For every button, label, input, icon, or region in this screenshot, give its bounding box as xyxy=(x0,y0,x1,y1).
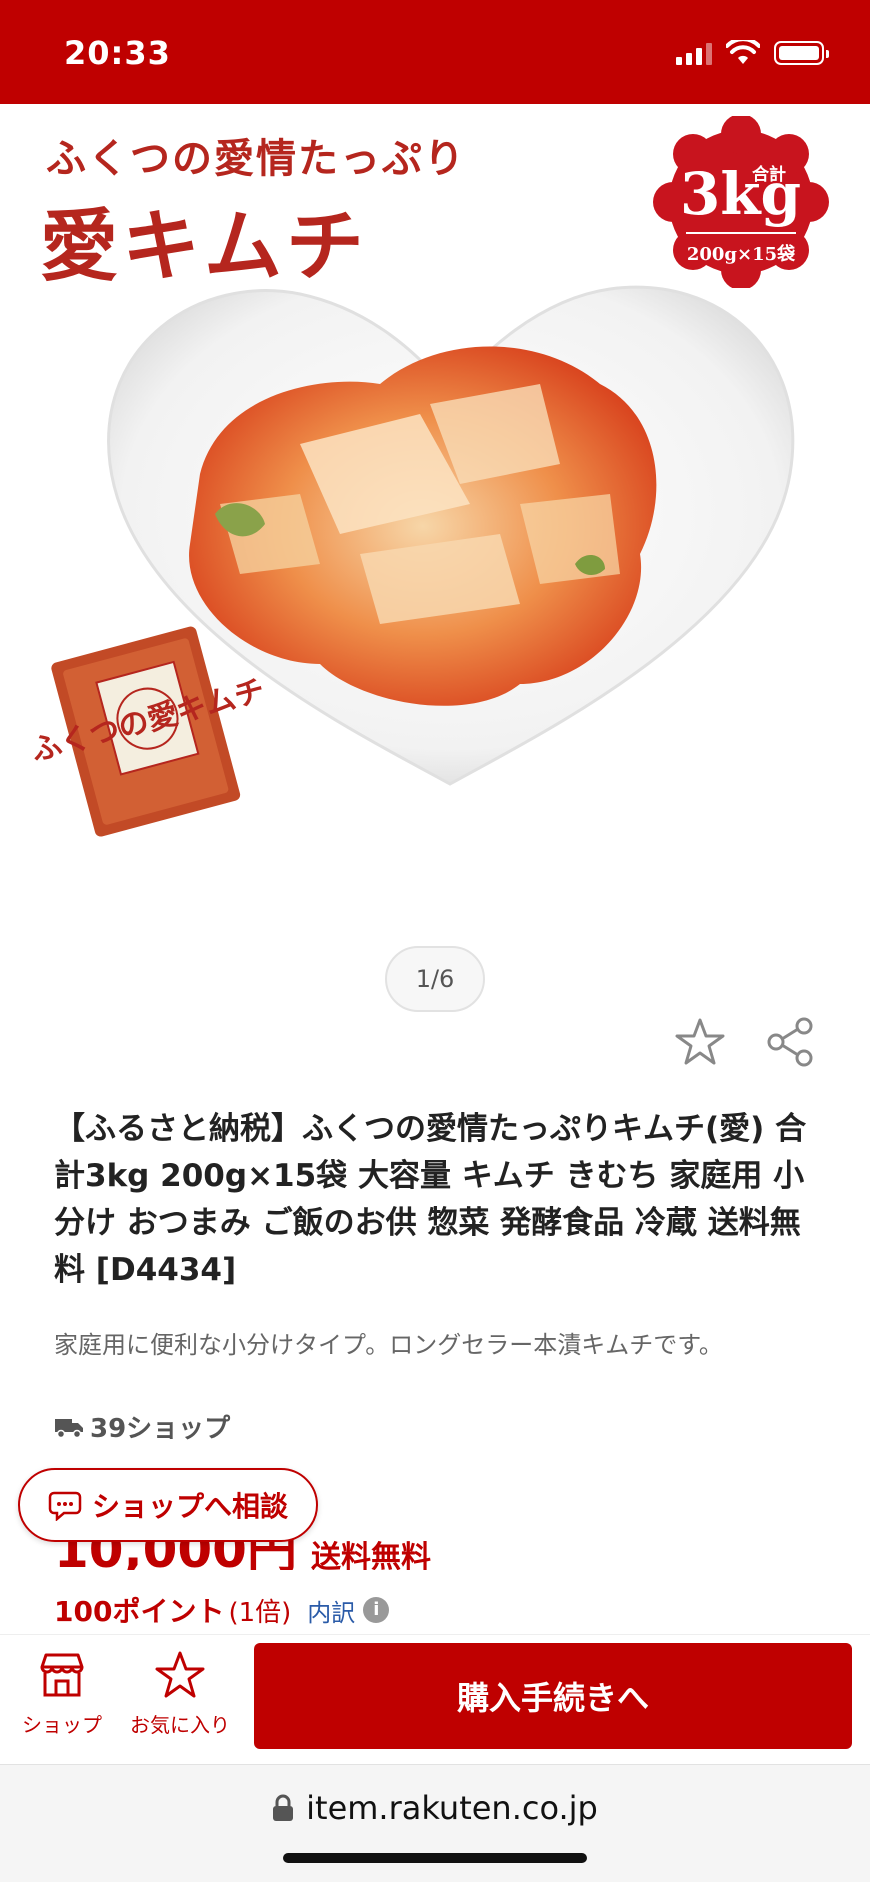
url-text: item.rakuten.co.jp xyxy=(306,1789,598,1827)
points-row: 100ポイント (1倍) 内訳 i xyxy=(54,1590,390,1630)
shop-button[interactable]: ショップ xyxy=(14,1649,110,1749)
consult-label: ショップへ相談 xyxy=(91,1490,288,1523)
share-button[interactable] xyxy=(764,1016,816,1068)
browser-url-bar[interactable]: item.rakuten.co.jp xyxy=(0,1764,870,1882)
chat-icon xyxy=(48,1491,82,1521)
points-breakdown-link[interactable]: 内訳 xyxy=(307,1593,355,1628)
bottom-action-bar: ショップ お気に入り 購入手続きへ xyxy=(0,1634,870,1764)
status-bar: 20:33 xyxy=(0,0,870,104)
battery-icon xyxy=(774,41,829,65)
product-title: 【ふるさと納税】ふくつの愛情たっぷりキムチ(愛) 合計3kg 200g×15袋 … xyxy=(54,1111,807,1288)
favorite-label: お気に入り xyxy=(130,1713,230,1737)
kimchi-dish-illustration: ふくつの愛キムチ xyxy=(28,285,795,837)
home-indicator xyxy=(283,1853,587,1863)
star-outline-icon xyxy=(155,1651,205,1698)
shop-count: 39ショップ xyxy=(90,1414,231,1444)
points-value: 100ポイント xyxy=(54,1595,225,1628)
gallery-page-indicator: 1/6 xyxy=(385,946,485,1012)
checkout-button[interactable]: 購入手続きへ xyxy=(254,1643,852,1749)
product-image[interactable]: ふくつの愛情たっぷり 愛キムチ 3kg 合計 200g×15袋 ふくつの愛キムチ xyxy=(0,104,870,924)
truck-icon xyxy=(55,1418,83,1438)
storefront-icon xyxy=(40,1653,84,1697)
badge-label: 合計 xyxy=(752,165,786,185)
share-icon xyxy=(767,1017,813,1067)
product-description: 家庭用に便利な小分けタイプ。ロングセラー本漬キムチです。 xyxy=(54,1331,723,1359)
shop-label: ショップ xyxy=(22,1713,102,1737)
favorite-bar-button[interactable]: お気に入り xyxy=(120,1649,240,1749)
lock-icon xyxy=(273,1794,294,1821)
cellular-signal-icon xyxy=(676,41,712,65)
info-icon[interactable]: i xyxy=(363,1597,390,1623)
hero-tagline: ふくつの愛情たっぷり xyxy=(46,135,466,182)
consult-shop-button[interactable]: ショップへ相談 xyxy=(18,1468,318,1542)
status-icons xyxy=(676,40,829,66)
favorite-button[interactable] xyxy=(674,1016,726,1068)
weight-badge: 3kg 合計 200g×15袋 xyxy=(652,114,830,290)
free-shipping-label: 送料無料 xyxy=(310,1540,431,1570)
badge-pack: 200g×15袋 xyxy=(686,244,796,265)
shop-count-row[interactable]: 39ショップ xyxy=(54,1408,230,1445)
points-rate: (1倍) xyxy=(228,1597,292,1628)
wifi-icon xyxy=(726,40,760,64)
star-icon xyxy=(675,1018,725,1065)
status-time: 20:33 xyxy=(64,34,171,72)
